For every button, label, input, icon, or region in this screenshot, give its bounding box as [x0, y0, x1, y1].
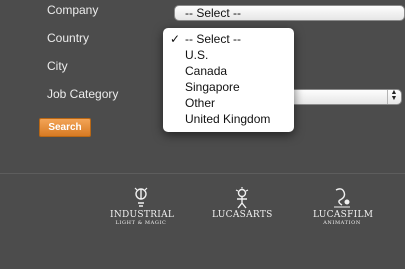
country-option-united-kingdom[interactable]: United Kingdom [163, 111, 294, 127]
country-option-us[interactable]: U.S. [163, 47, 294, 63]
company-select-value: -- Select -- [185, 6, 242, 20]
lucasfilm-logo-main-text: LUCASFILM [313, 210, 374, 220]
lucasfilm-logo-icon [334, 188, 350, 208]
lucasarts-logo-text: LUCASARTS [212, 210, 273, 220]
industrial-light-magic-logo[interactable]: INDUSTRIAL LIGHT & MAGIC [110, 186, 175, 226]
company-select[interactable]: -- Select -- [174, 5, 405, 21]
lucasfilm-logo-sub-text: ANIMATION [323, 220, 361, 226]
company-label: Company [47, 3, 99, 17]
footer-divider [0, 173, 405, 174]
country-option-canada[interactable]: Canada [163, 63, 294, 79]
country-option-singapore[interactable]: Singapore [163, 79, 294, 95]
country-label: Country [47, 31, 90, 45]
lucasfilm-animation-logo[interactable]: LUCASFILM ANIMATION [313, 186, 374, 226]
city-label: City [47, 59, 68, 73]
ilm-logo-icon [134, 187, 148, 207]
country-dropdown-menu[interactable]: ✓ -- Select -- U.S. Canada Singapore Oth… [163, 28, 294, 132]
country-option-label: -- Select -- [185, 32, 242, 46]
country-option-other[interactable]: Other [163, 95, 294, 111]
job-category-label: Job Category [47, 87, 119, 101]
search-button[interactable]: Search [39, 118, 91, 137]
chevron-up-down-icon: ▲ ▼ [387, 89, 400, 104]
country-option-select[interactable]: ✓ -- Select -- [163, 31, 294, 47]
lucasarts-logo[interactable]: LUCASARTS [212, 186, 272, 220]
industrial-logo-sub-text: LIGHT & MAGIC [115, 220, 167, 226]
lucasarts-logo-icon [235, 187, 249, 209]
checkmark-icon: ✓ [170, 32, 181, 46]
industrial-logo-main-text: INDUSTRIAL [110, 210, 175, 220]
